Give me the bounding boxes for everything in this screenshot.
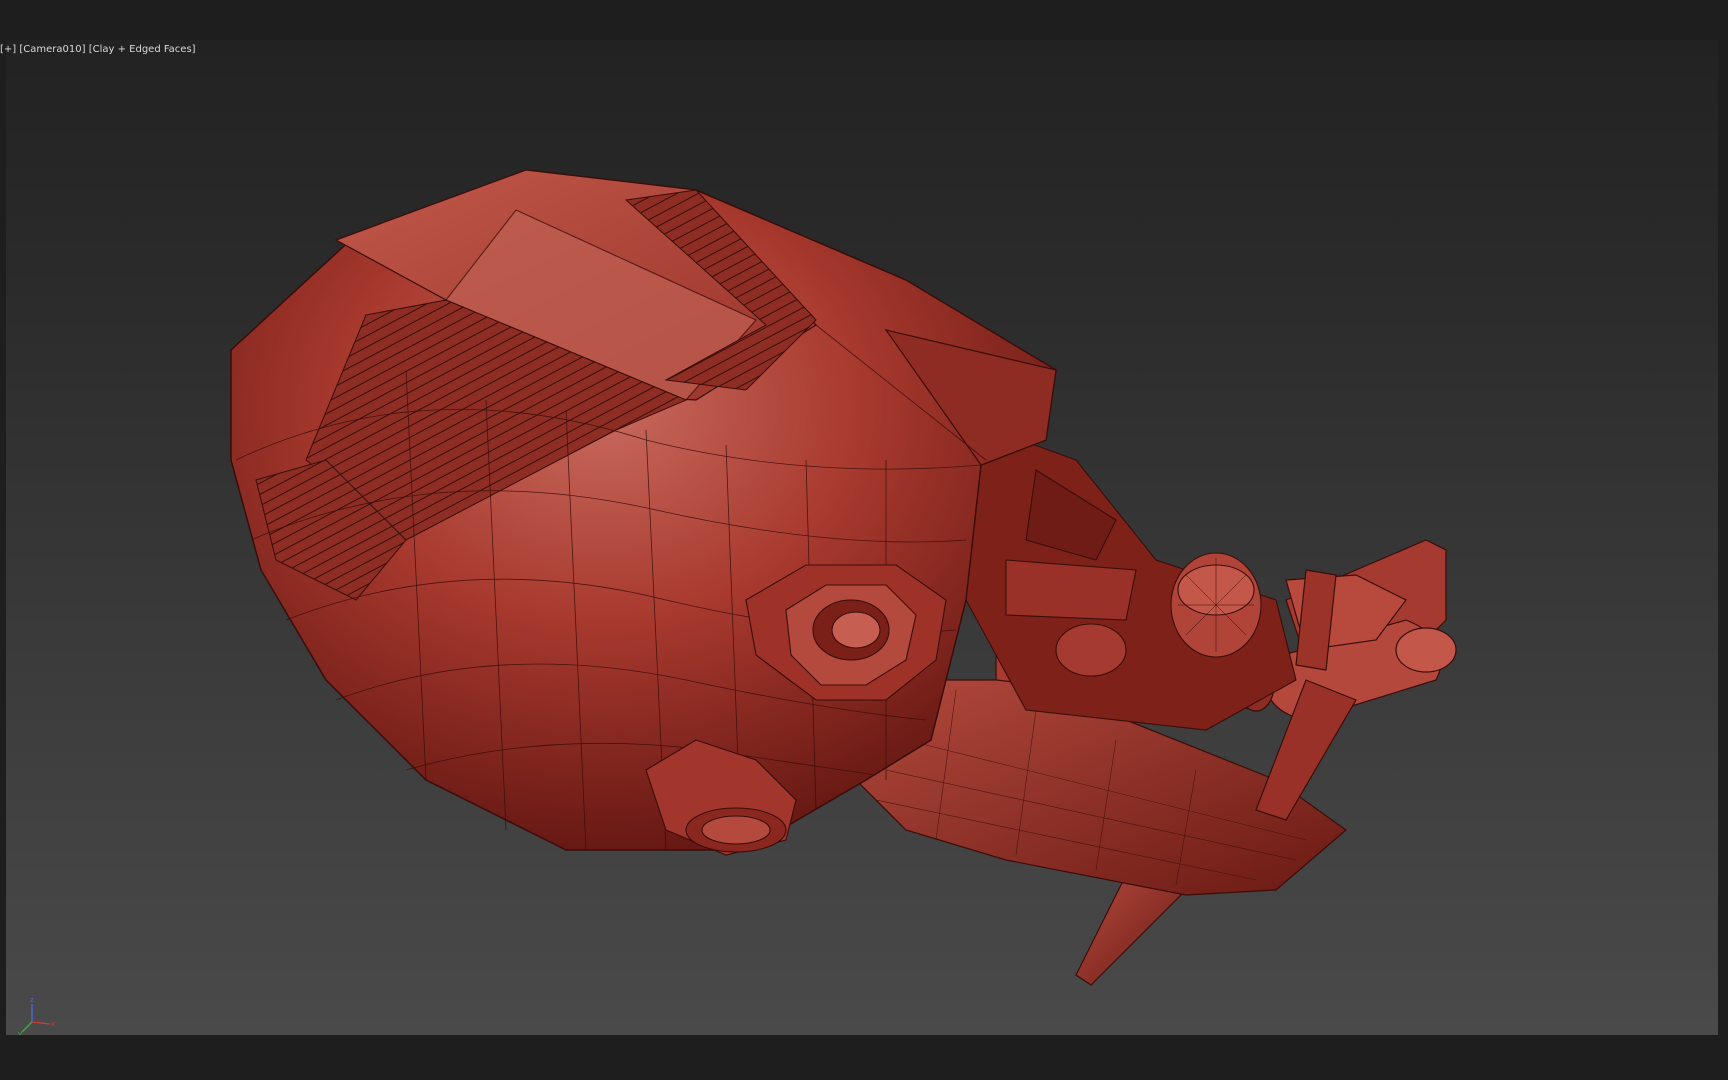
camera-viewport[interactable]: z x y (6, 40, 1718, 1035)
shading-mode-selector[interactable]: [Clay + Edged Faces] (89, 44, 196, 55)
viewport-menu-button[interactable]: [+] (0, 44, 16, 55)
clay-model-render (230, 169, 1457, 986)
engine-core (965, 419, 1297, 731)
z-axis-label: z (30, 996, 34, 1004)
viewport-label-bar: [+] [Camera010] [Clay + Edged Faces] (0, 44, 196, 55)
x-axis-line (31, 1021, 51, 1025)
x-axis-label: x (51, 1020, 55, 1028)
bottom-strip (0, 1035, 1728, 1080)
y-axis-line (21, 1021, 33, 1033)
axis-gizmo[interactable]: z x y (14, 990, 62, 1035)
3d-app-window: z x y [+] [Camera010] [Clay + Edged Face… (0, 0, 1728, 1080)
camera-selector[interactable]: [Camera010] (19, 44, 85, 55)
